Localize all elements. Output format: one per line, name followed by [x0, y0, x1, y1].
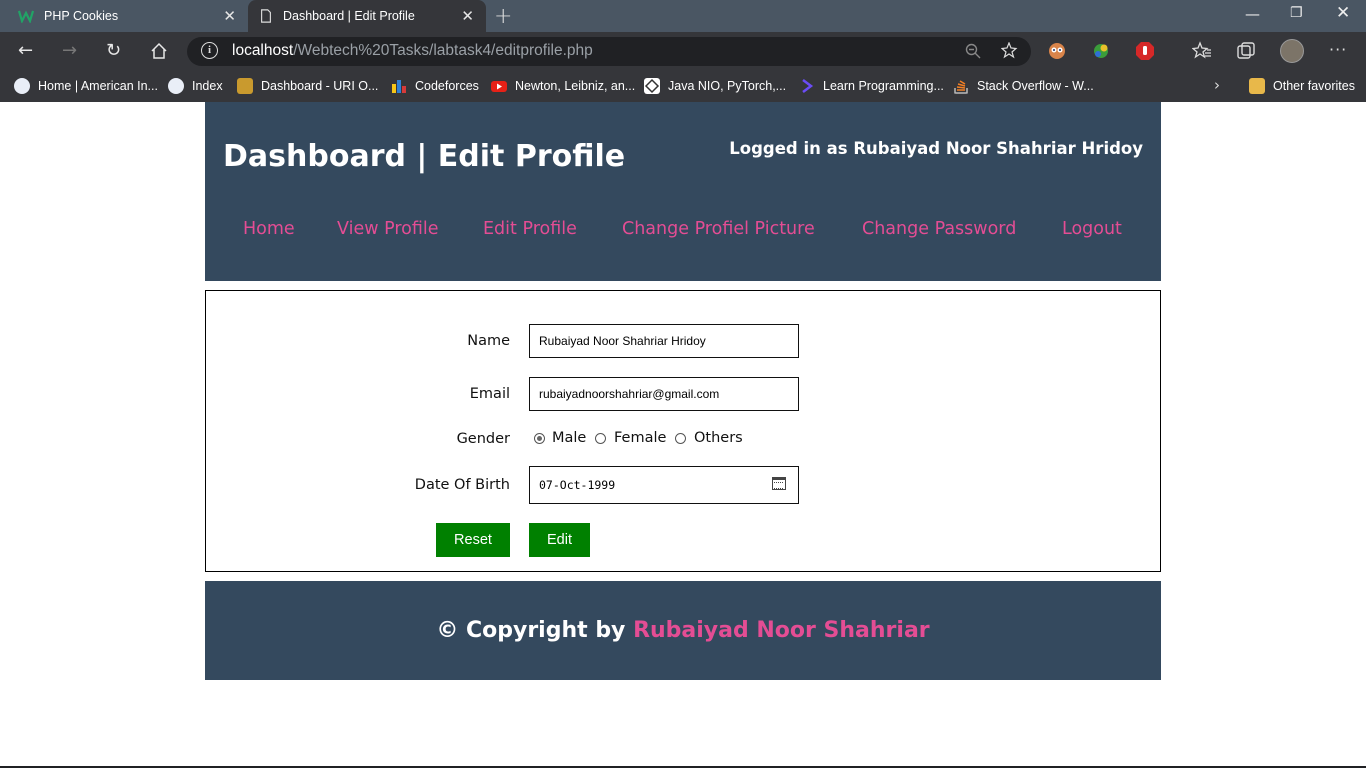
url-host: localhost: [232, 42, 294, 59]
close-window-icon[interactable]: ✕: [1336, 3, 1350, 23]
edit-profile-form: Name Rubaiyad Noor Shahriar Hridoy Email…: [205, 290, 1161, 572]
browser-tab-bar: PHP Cookies ✕ Dashboard | Edit Profile ✕…: [0, 0, 1366, 32]
copyright-prefix: © Copyright by: [436, 618, 634, 643]
gender-option-label: Male: [552, 430, 587, 446]
nav-logout[interactable]: Logout: [1062, 219, 1122, 239]
other-favorites[interactable]: Other favorites: [1249, 77, 1355, 95]
shield-icon: [14, 78, 30, 94]
gender-option-label: Female: [614, 430, 667, 446]
forward-icon[interactable]: →: [62, 40, 77, 61]
bookmark-label: Java NIO, PyTorch,...: [668, 79, 787, 93]
dob-field[interactable]: 07-Oct-1999: [529, 466, 799, 504]
gender-option-label: Others: [694, 430, 743, 446]
dob-value: 07-Oct-1999: [539, 478, 616, 492]
minimize-icon[interactable]: —: [1245, 5, 1260, 23]
bookmark-label: Learn Programming...: [823, 79, 944, 93]
tab-dashboard-edit-profile[interactable]: Dashboard | Edit Profile ✕: [248, 0, 486, 32]
email-label: Email: [469, 386, 510, 402]
logged-in-text: Logged in as Rubaiyad Noor Shahriar Hrid…: [729, 139, 1143, 158]
youtube-icon: [491, 81, 507, 92]
url-path: /Webtech%20Tasks/labtask4/editprofile.ph…: [293, 42, 593, 59]
page-header: Dashboard | Edit Profile Logged in as Ru…: [205, 102, 1161, 281]
nav-edit-profile[interactable]: Edit Profile: [483, 219, 577, 239]
home-icon[interactable]: [150, 42, 168, 60]
gender-radio-male[interactable]: [534, 433, 545, 444]
tab-close-icon[interactable]: ✕: [223, 7, 236, 25]
collections-icon[interactable]: [1236, 41, 1256, 61]
copyright-text: © Copyright by Rubaiyad Noor Shahriar: [205, 618, 1161, 643]
bookmark-item[interactable]: Home | American In...: [14, 77, 158, 95]
bookmark-label: Newton, Leibniz, an...: [515, 79, 636, 93]
profile-avatar[interactable]: [1280, 39, 1304, 63]
name-label: Name: [467, 333, 510, 349]
dob-label: Date Of Birth: [414, 477, 510, 493]
site-info-icon[interactable]: i: [201, 42, 218, 59]
bookmark-label: Codeforces: [415, 79, 479, 93]
bookmark-item[interactable]: Index: [168, 77, 223, 95]
page-title: Dashboard | Edit Profile: [223, 139, 626, 174]
bookmark-label: Stack Overflow - W...: [977, 79, 1094, 93]
bookmark-item[interactable]: Learn Programming...: [799, 77, 944, 95]
grid-icon: [644, 78, 660, 94]
bookmark-label: Home | American In...: [38, 79, 158, 93]
bookmark-item[interactable]: Stack Overflow - W...: [953, 77, 1094, 95]
more-menu-icon[interactable]: ···: [1329, 40, 1347, 59]
bookmarks-bar: Home | American In... Index Dashboard - …: [0, 70, 1366, 102]
favorites-icon[interactable]: [1192, 41, 1212, 61]
calendar-icon[interactable]: [772, 477, 786, 490]
tab-close-icon[interactable]: ✕: [461, 7, 474, 25]
shield-icon: [168, 78, 184, 94]
address-bar[interactable]: i localhost/Webtech%20Tasks/labtask4/edi…: [187, 37, 1031, 66]
reload-icon[interactable]: ↻: [106, 40, 121, 61]
add-favorite-icon[interactable]: [1001, 42, 1019, 60]
new-tab-icon[interactable]: +: [494, 4, 512, 29]
nav-change-password[interactable]: Change Password: [862, 219, 1016, 239]
main-nav: Home View Profile Edit Profile Change Pr…: [205, 219, 1161, 243]
bookmark-item[interactable]: Codeforces: [391, 77, 479, 95]
name-field[interactable]: Rubaiyad Noor Shahriar Hridoy: [529, 324, 799, 358]
page-footer: © Copyright by Rubaiyad Noor Shahriar: [205, 581, 1161, 680]
nav-view-profile[interactable]: View Profile: [337, 219, 439, 239]
reset-button[interactable]: Reset: [436, 523, 510, 557]
gender-label: Gender: [456, 431, 510, 447]
zoom-icon[interactable]: [965, 43, 981, 59]
bookmark-item[interactable]: Java NIO, PyTorch,...: [644, 77, 786, 95]
nav-change-profile-picture[interactable]: Change Profiel Picture: [622, 219, 815, 239]
edit-button[interactable]: Edit: [529, 523, 590, 557]
extension-color-icon[interactable]: [1091, 41, 1111, 61]
extension-stop-icon[interactable]: [1135, 41, 1155, 61]
bookmark-item[interactable]: Newton, Leibniz, an...: [491, 77, 635, 95]
email-field[interactable]: rubaiyadnoorshahriar@gmail.com: [529, 377, 799, 411]
tab-title: PHP Cookies: [44, 9, 119, 23]
restore-icon[interactable]: ❐: [1290, 5, 1303, 21]
trophy-icon: [237, 78, 253, 94]
page-icon: [261, 9, 271, 23]
chevron-right-icon[interactable]: ›: [1214, 76, 1220, 94]
address-url: localhost/Webtech%20Tasks/labtask4/editp…: [232, 42, 593, 60]
back-icon[interactable]: ←: [18, 40, 33, 61]
gender-radio-female[interactable]: [595, 433, 606, 444]
gender-radio-others[interactable]: [675, 433, 686, 444]
bookmark-label: Index: [192, 79, 223, 93]
nav-home[interactable]: Home: [243, 219, 295, 239]
bookmark-item[interactable]: Dashboard - URI O...: [237, 77, 378, 95]
tab-php-cookies[interactable]: PHP Cookies ✕: [0, 0, 248, 32]
tab-title: Dashboard | Edit Profile: [283, 9, 415, 23]
stack-icon: [954, 80, 968, 94]
code-icon: [802, 79, 814, 93]
w-favicon-icon: [18, 10, 34, 23]
bookmark-label: Dashboard - URI O...: [261, 79, 379, 93]
copyright-author: Rubaiyad Noor Shahriar: [633, 618, 930, 643]
folder-icon: [1249, 78, 1265, 94]
other-favorites-label: Other favorites: [1273, 79, 1355, 93]
bars-icon: [392, 80, 406, 93]
extension-owl-icon[interactable]: [1047, 41, 1067, 61]
